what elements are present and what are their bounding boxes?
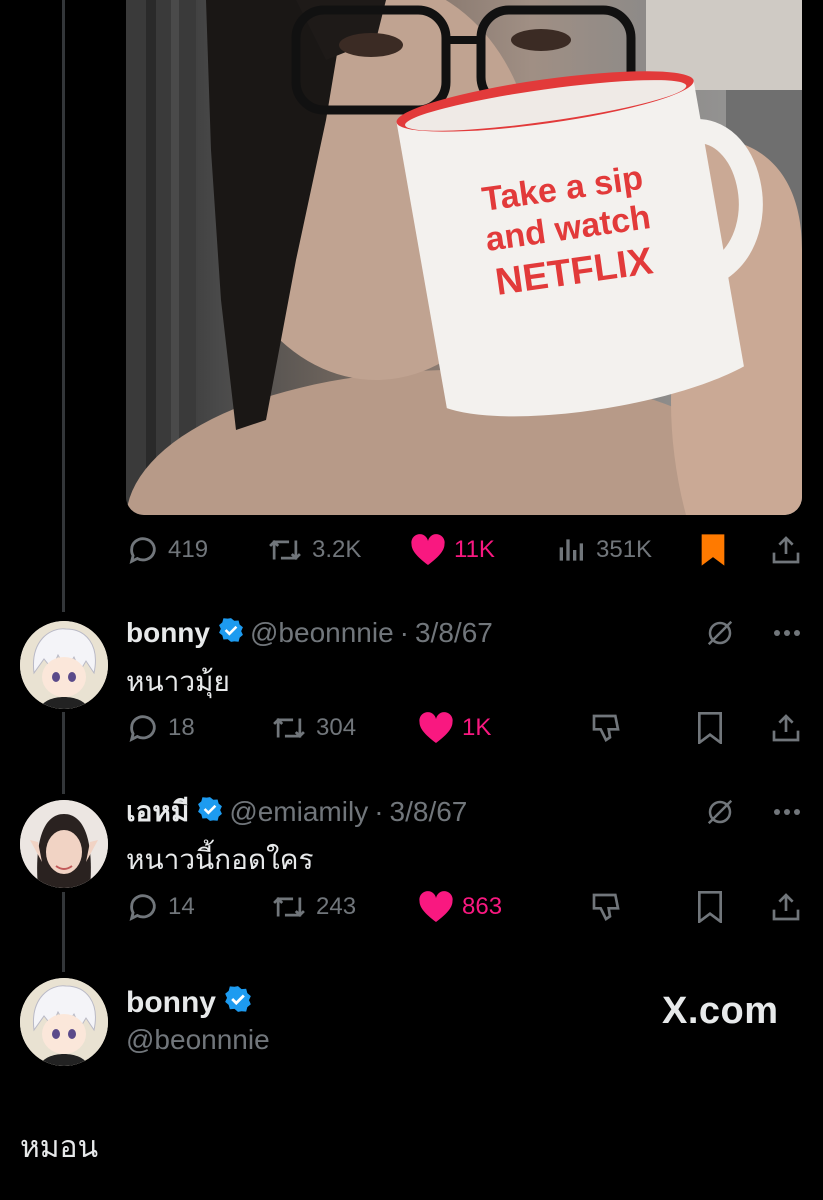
grok-icon[interactable] [705,618,735,648]
post-text: หมอน [20,1131,99,1164]
thumbs-down-icon [592,893,620,921]
share-icon [772,893,800,921]
avatar[interactable] [20,621,108,709]
timestamp[interactable]: 3/8/67 [415,617,493,649]
x-com-watermark: X.com [662,990,779,1032]
downvote-button[interactable] [590,708,622,748]
share-button[interactable] [770,530,802,570]
reply-count: 14 [168,893,195,920]
display-name[interactable]: bonny [126,986,216,1020]
anime-avatar-illustration [20,621,108,709]
main-post-actions: 419 3.2K 11K 351K [126,530,801,570]
thread-line [62,892,65,972]
repost-count: 243 [316,893,357,920]
verified-badge-icon [224,985,252,1021]
reply-button[interactable]: 18 [126,708,195,748]
bookmark-icon [698,891,722,923]
like-button[interactable]: 11K [410,530,495,570]
views-button[interactable]: 351K [556,530,652,570]
handle[interactable]: @beonnnie [250,617,394,649]
timestamp[interactable]: 3/8/67 [390,796,468,828]
handle[interactable]: @beonnnie [126,1024,270,1056]
repost-icon [273,896,305,918]
reply-count: 419 [168,536,209,563]
anime-avatar-illustration [20,978,108,1066]
repost-button[interactable]: 243 [270,887,356,927]
post-photo[interactable]: Take a sip and watch NETFLIX [126,0,802,515]
share-icon [772,536,800,564]
repost-count: 3.2K [312,536,362,563]
share-button[interactable] [770,887,802,927]
reply-button[interactable]: 14 [126,887,195,927]
focus-post-author: bonny [126,985,258,1021]
thread-line [62,0,65,612]
bookmark-button[interactable] [696,887,724,927]
avatar[interactable] [20,800,108,888]
downvote-button[interactable] [590,887,622,927]
repost-icon [273,717,305,739]
like-icon [411,534,445,565]
repost-button[interactable]: 304 [270,708,356,748]
photo-avatar-illustration [20,800,108,888]
like-count: 1K [462,714,492,741]
bookmark-button[interactable] [698,530,728,570]
views-count: 351K [596,536,653,563]
like-icon [419,891,453,922]
repost-button[interactable]: 3.2K [266,530,361,570]
reply-text: หนาวมุ้ย [126,666,230,697]
reply-button[interactable]: 419 [126,530,208,570]
separator: · [399,617,409,648]
reply-header: เอหมี @emiamily · 3/8/67 [126,792,801,832]
bookmark-button[interactable] [696,708,724,748]
separator: · [374,796,384,827]
more-icon[interactable] [773,808,801,816]
avatar[interactable] [20,978,108,1066]
bookmark-icon [698,712,722,744]
reply-count: 18 [168,714,195,741]
views-icon [559,539,583,561]
like-button[interactable]: 863 [418,887,502,927]
repost-icon [269,539,301,561]
more-icon[interactable] [773,629,801,637]
reply-text: หนาวนี้กอดใคร [126,844,314,875]
like-count: 863 [462,893,503,920]
thumbs-down-icon [592,714,620,742]
reply-icon [129,715,156,742]
share-button[interactable] [770,708,802,748]
reply-actions: 14 243 863 [126,887,801,927]
share-icon [772,714,800,742]
like-button[interactable]: 1K [418,708,491,748]
reply-icon [129,894,156,921]
handle[interactable]: @emiamily [229,796,368,828]
reply-actions: 18 304 1K [126,708,801,748]
reply-header: bonny @beonnnie · 3/8/67 [126,613,801,653]
display-name[interactable]: เอหมี [126,790,189,834]
like-count: 11K [454,536,495,563]
reply-icon [129,537,156,564]
like-icon [419,712,453,743]
grok-icon[interactable] [705,797,735,827]
thread-line [62,712,65,794]
verified-badge-icon [218,617,244,650]
photo-illustration: Take a sip and watch NETFLIX [126,0,802,515]
bookmark-icon [701,534,725,566]
verified-badge-icon [197,796,223,829]
display-name[interactable]: bonny [126,617,210,649]
repost-count: 304 [316,714,357,741]
